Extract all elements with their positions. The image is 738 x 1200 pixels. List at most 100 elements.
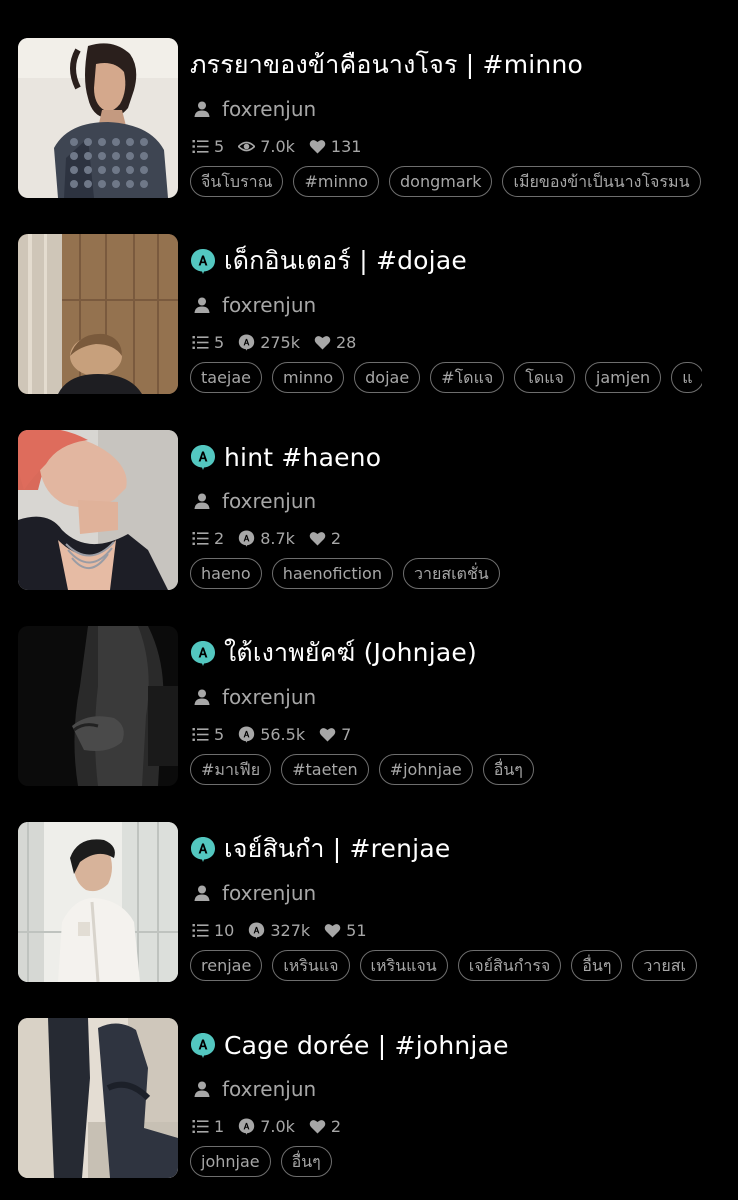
story-list: ภรรยาของข้าคือนางโจร | #minno foxrenjun … [0, 0, 738, 1200]
likes-count: 28 [336, 332, 357, 352]
story-title[interactable]: ภรรยาของข้าคือนางโจร | #minno [190, 45, 583, 85]
tag-chip[interactable]: วายสเ [632, 949, 697, 981]
story-author-row[interactable]: foxrenjun [190, 92, 738, 126]
reads-count: 7.0k [260, 136, 295, 156]
heart-icon [319, 726, 341, 743]
tag-chip[interactable]: #johnjae [378, 753, 473, 785]
story-author-row[interactable]: foxrenjun [190, 484, 738, 518]
story-info: เจย์สินกำ | #renjae foxrenjun 10 327k 51 [190, 822, 738, 982]
ai-badge-icon [190, 640, 216, 666]
story-item[interactable]: Cage dorée | #johnjae foxrenjun 1 7.0k 2 [0, 980, 738, 1178]
reads-stat: 8.7k [238, 529, 295, 548]
tag-chip[interactable]: #มาเฟีย [190, 753, 272, 785]
story-title[interactable]: hint #haeno [224, 443, 381, 472]
tag-chip[interactable]: อื่นๆ [571, 949, 623, 981]
parts-count: 1 [214, 1116, 225, 1136]
tag-chip[interactable]: เมียของข้าเป็นนางโจรมน [502, 165, 701, 197]
person-icon [192, 99, 212, 119]
reads-count: 56.5k [260, 724, 306, 744]
story-title-row[interactable]: Cage dorée | #johnjae [190, 1018, 738, 1072]
tag-chip[interactable]: dojae [354, 361, 421, 393]
likes-stat: 28 [314, 333, 356, 352]
likes-count: 2 [330, 1116, 342, 1136]
tag-chip[interactable]: แ [671, 361, 702, 393]
story-title[interactable]: Cage dorée | #johnjae [224, 1031, 509, 1060]
story-stats: 10 327k 51 [190, 915, 738, 945]
story-item[interactable]: hint #haeno foxrenjun 2 8.7k 2 haeno hae… [0, 392, 738, 590]
story-author-row[interactable]: foxrenjun [190, 1072, 738, 1106]
story-title-row[interactable]: เจย์สินกำ | #renjae [190, 822, 738, 876]
tag-scroller[interactable]: renjae เหรินแจ เหรินแจน เจย์สินกำรจ อื่นๆ วาย… [190, 948, 702, 982]
tag-chip[interactable]: dongmark [389, 165, 493, 197]
tag-chip[interactable]: เหรินแจน [359, 949, 448, 981]
story-cover-image[interactable] [18, 430, 178, 590]
tag-chip[interactable]: renjae [190, 949, 263, 981]
tag-chip[interactable]: johnjae [190, 1145, 271, 1177]
tag-scroller[interactable]: #มาเฟีย #taeten #johnjae อื่นๆ [190, 752, 702, 786]
heart-icon [314, 334, 336, 351]
story-cover-image[interactable] [18, 1018, 178, 1178]
story-author-row[interactable]: foxrenjun [190, 876, 738, 910]
story-title-row[interactable]: hint #haeno [190, 430, 738, 484]
story-item[interactable]: ภรรยาของข้าคือนางโจร | #minno foxrenjun … [0, 0, 738, 198]
tag-chip[interactable]: #minno [293, 165, 379, 197]
story-author[interactable]: foxrenjun [222, 881, 316, 905]
story-author[interactable]: foxrenjun [222, 293, 316, 317]
parts-count: 5 [214, 332, 225, 352]
tag-chip[interactable]: #taeten [281, 753, 369, 785]
tag-chip[interactable]: เหรินแจ [272, 949, 350, 981]
tag-scroller[interactable]: taejae minno dojae #โดแจ โดแจ jamjen แ [190, 360, 702, 394]
tag-chip[interactable]: โดแจ [514, 361, 575, 393]
story-item[interactable]: เจย์สินกำ | #renjae foxrenjun 10 327k 51 [0, 784, 738, 982]
story-cover-image[interactable] [18, 822, 178, 982]
story-author-row[interactable]: foxrenjun [190, 288, 738, 322]
tag-chip[interactable]: minno [272, 361, 345, 393]
likes-stat: 2 [309, 1117, 341, 1136]
story-cover-image[interactable] [18, 234, 178, 394]
tag-chip[interactable]: jamjen [584, 361, 662, 393]
parts-stat: 1 [192, 1117, 224, 1136]
story-cover-image[interactable] [18, 626, 178, 786]
tag-chip[interactable]: haeno [190, 557, 262, 589]
tag-list: จีนโบราณ #minno dongmark เมียของข้าเป็นนางโ… [190, 164, 702, 198]
likes-count: 2 [330, 528, 342, 548]
tag-chip[interactable]: haenofiction [271, 557, 393, 589]
tag-chip[interactable]: อื่นๆ [280, 1145, 332, 1177]
story-title[interactable]: เจย์สินกำ | #renjae [224, 829, 450, 869]
tag-list: #มาเฟีย #taeten #johnjae อื่นๆ [190, 752, 702, 786]
story-author[interactable]: foxrenjun [222, 685, 316, 709]
story-author[interactable]: foxrenjun [222, 489, 316, 513]
tag-chip[interactable]: อื่นๆ [482, 753, 534, 785]
heart-icon [309, 1118, 331, 1135]
story-info: เด็กอินเตอร์ | #dojae foxrenjun 5 275k 2… [190, 234, 738, 394]
story-title-row[interactable]: ใต้เงาพยัคฆ์ (Johnjae) [190, 626, 738, 680]
story-item[interactable]: เด็กอินเตอร์ | #dojae foxrenjun 5 275k 2… [0, 196, 738, 394]
ai-badge-icon [190, 1032, 216, 1058]
story-title[interactable]: เด็กอินเตอร์ | #dojae [224, 241, 467, 281]
story-title-row[interactable]: เด็กอินเตอร์ | #dojae [190, 234, 738, 288]
badge-reads-icon [238, 530, 260, 547]
badge-reads-icon [248, 922, 270, 939]
story-author-row[interactable]: foxrenjun [190, 680, 738, 714]
tag-scroller[interactable]: haeno haenofiction วายสเตชั่น [190, 556, 702, 590]
parts-stat: 5 [192, 333, 224, 352]
story-author[interactable]: foxrenjun [222, 1077, 316, 1101]
story-title[interactable]: ใต้เงาพยัคฆ์ (Johnjae) [224, 633, 477, 673]
tag-chip[interactable]: #โดแจ [430, 361, 505, 393]
parts-stat: 2 [192, 529, 224, 548]
story-title-row[interactable]: ภรรยาของข้าคือนางโจร | #minno [190, 38, 738, 92]
reads-stat: 7.0k [238, 1117, 295, 1136]
tag-scroller[interactable]: จีนโบราณ #minno dongmark เมียของข้าเป็นนางโ… [190, 164, 702, 198]
story-cover-image[interactable] [18, 38, 178, 198]
story-item[interactable]: ใต้เงาพยัคฆ์ (Johnjae) foxrenjun 5 56.5k… [0, 588, 738, 786]
tag-chip[interactable]: taejae [190, 361, 263, 393]
reads-stat: 56.5k [238, 725, 305, 744]
tag-chip[interactable]: เจย์สินกำรจ [457, 949, 562, 981]
reads-stat: 7.0k [238, 137, 295, 156]
tag-scroller[interactable]: johnjae อื่นๆ [190, 1144, 702, 1178]
badge-reads-icon [238, 1118, 260, 1135]
tag-chip[interactable]: วายสเตชั่น [402, 557, 500, 589]
story-author[interactable]: foxrenjun [222, 97, 316, 121]
story-stats: 1 7.0k 2 [190, 1111, 738, 1141]
tag-chip[interactable]: จีนโบราณ [190, 165, 284, 197]
